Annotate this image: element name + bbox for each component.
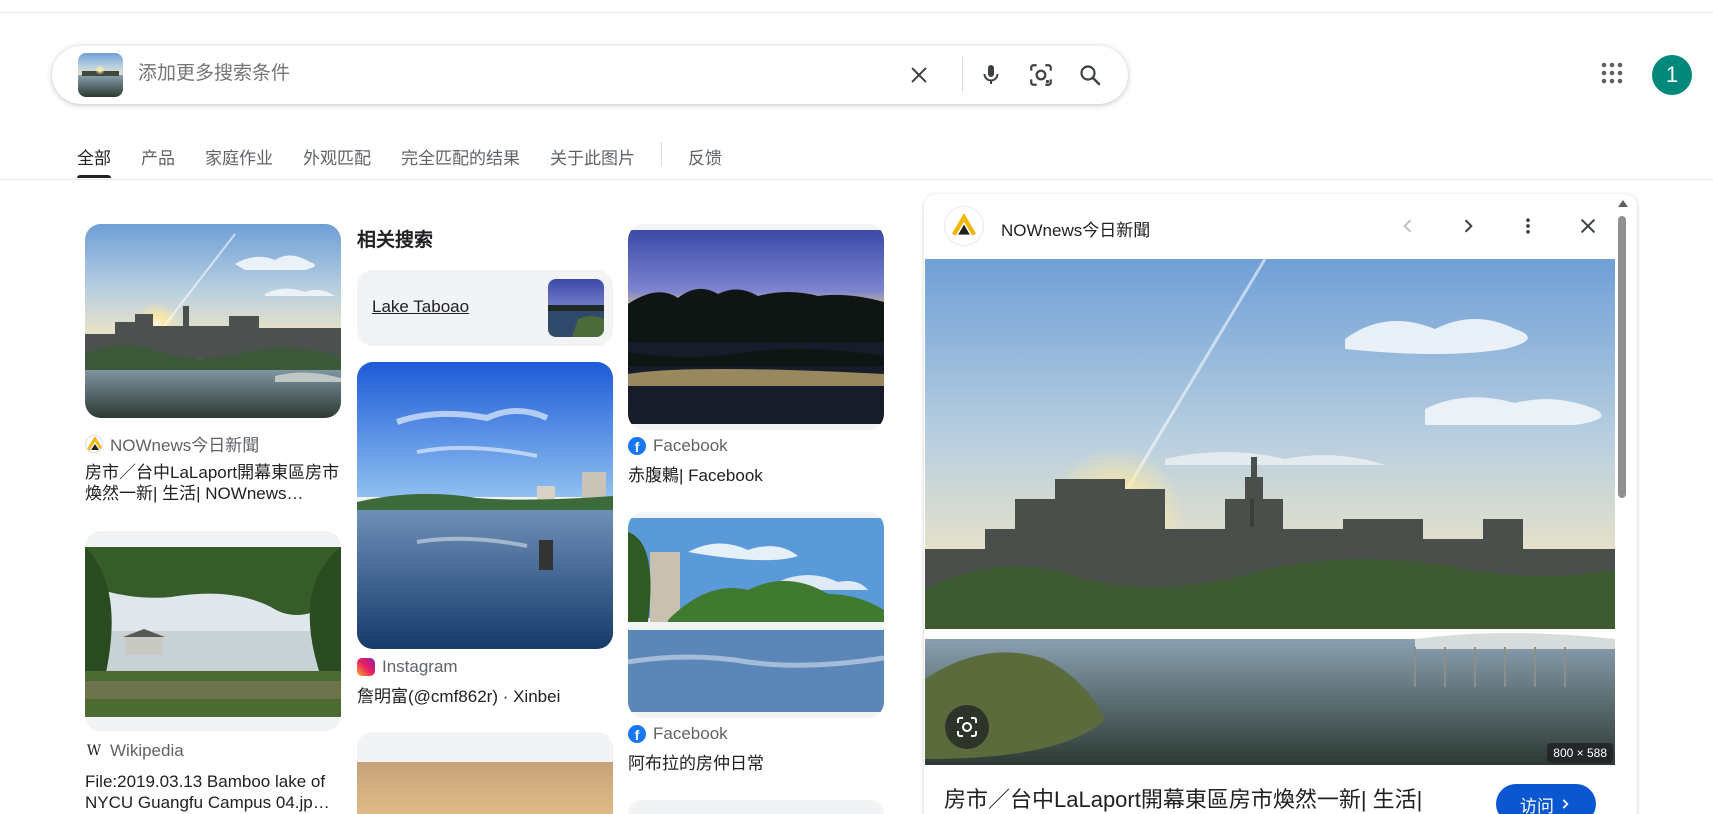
lens-search-icon[interactable] — [945, 705, 989, 749]
result-image[interactable] — [628, 224, 884, 430]
instagram-icon — [357, 658, 375, 676]
tab-bar: 全部 产品 家庭作业 外观匹配 完全匹配的结果 关于此图片 反馈 — [77, 142, 752, 178]
visit-button[interactable]: 访问 — [1496, 784, 1596, 814]
chevron-right-icon — [1562, 799, 1569, 809]
related-searches-heading: 相关搜索 — [357, 230, 434, 251]
search-bar[interactable] — [52, 46, 1128, 104]
result-title[interactable]: 阿布拉的房仲日常 — [628, 753, 884, 774]
search-icon[interactable] — [1076, 61, 1104, 89]
preview-panel: NOWnews今日新聞 800 × 588 房市／台中LaLaport開幕東區房… — [924, 194, 1637, 814]
tab-all[interactable]: 全部 — [77, 142, 111, 178]
result-source[interactable]: f Facebook — [628, 724, 728, 744]
result-title[interactable]: 房市／台中LaLaport開幕東區房市煥然一新| 生活| NOWnews… — [85, 462, 341, 504]
related-search-chip[interactable]: Lake Taboao — [357, 270, 613, 346]
facebook-icon: f — [628, 437, 646, 455]
facebook-icon: f — [628, 725, 646, 743]
search-image-thumbnail[interactable] — [78, 53, 123, 97]
tab-divider — [0, 179, 1713, 180]
nownews-icon — [85, 434, 103, 453]
more-vert-icon[interactable] — [1510, 208, 1546, 244]
result-image[interactable] — [85, 224, 341, 418]
wikipedia-icon: W — [86, 743, 102, 759]
result-source[interactable]: W Wikipedia — [85, 741, 184, 761]
preview-image[interactable]: 800 × 588 — [925, 259, 1615, 765]
result-image[interactable] — [357, 362, 613, 649]
clear-icon[interactable] — [905, 61, 933, 89]
microphone-icon[interactable] — [977, 61, 1005, 89]
search-input[interactable] — [138, 63, 838, 85]
result-title[interactable]: File:2019.03.13 Bamboo lake of NYCU Guan… — [85, 771, 341, 813]
result-source[interactable]: f Facebook — [628, 436, 728, 456]
panel-source-name[interactable]: NOWnews今日新聞 — [1001, 216, 1150, 241]
result-source[interactable]: Instagram — [357, 657, 458, 677]
scroll-up-arrow-icon[interactable] — [1618, 200, 1628, 207]
chevron-right-icon[interactable] — [1450, 208, 1486, 244]
result-title[interactable]: 詹明富(@cmf862r) · Xinbei — [357, 686, 613, 707]
related-search-thumbnail — [548, 279, 604, 337]
visit-button-label: 访问 — [1520, 796, 1554, 814]
result-source[interactable]: NOWnews今日新聞 — [85, 431, 259, 456]
tab-visual-matches[interactable]: 外观匹配 — [303, 142, 371, 178]
avatar[interactable]: 1 — [1652, 55, 1692, 95]
search-divider — [962, 57, 963, 93]
close-icon[interactable] — [1570, 208, 1606, 244]
tab-about-image[interactable]: 关于此图片 — [550, 142, 635, 178]
chevron-left-icon[interactable] — [1390, 208, 1426, 244]
tab-separator — [661, 142, 662, 166]
result-image[interactable] — [357, 732, 613, 814]
top-divider — [0, 12, 1713, 13]
tab-feedback[interactable]: 反馈 — [688, 142, 722, 178]
related-search-label[interactable]: Lake Taboao — [372, 297, 469, 317]
camera-lens-icon[interactable] — [1027, 61, 1055, 89]
scrollbar-thumb[interactable] — [1618, 216, 1626, 498]
tab-exact-matches[interactable]: 完全匹配的结果 — [401, 142, 520, 178]
result-image[interactable] — [628, 512, 884, 718]
result-image[interactable] — [628, 800, 884, 814]
nownews-icon — [944, 206, 984, 246]
image-dimensions: 800 × 588 — [1547, 743, 1613, 763]
panel-scrollbar[interactable] — [1617, 200, 1628, 814]
result-image[interactable] — [85, 531, 341, 731]
result-title[interactable]: 赤腹鶇| Facebook — [628, 465, 884, 486]
tab-products[interactable]: 产品 — [141, 142, 175, 178]
panel-title[interactable]: 房市／台中LaLaport開幕東區房市煥然一新| 生活| — [944, 782, 1422, 814]
apps-grid-icon[interactable] — [1600, 61, 1624, 85]
tab-homework[interactable]: 家庭作业 — [205, 142, 273, 178]
